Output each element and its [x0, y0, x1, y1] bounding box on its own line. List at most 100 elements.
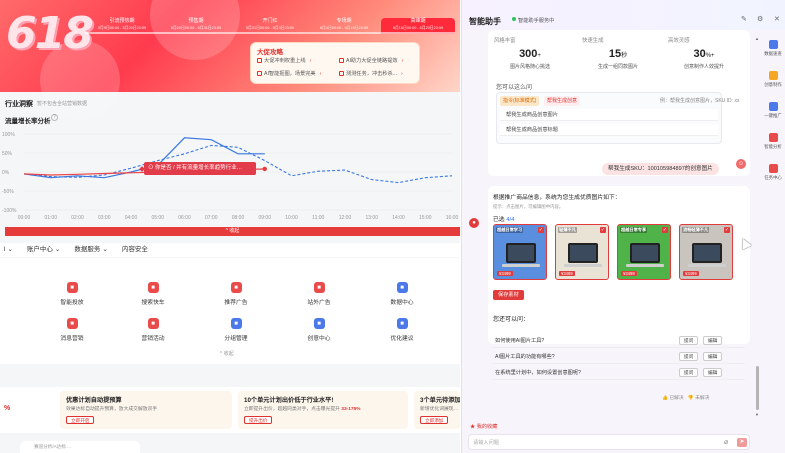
scroll-up-arrow-icon[interactable]: ▲: [755, 36, 759, 41]
stat-suffix: %+: [705, 53, 715, 59]
x-tick-label: 15:00: [419, 215, 432, 221]
checkmark-icon[interactable]: ✓: [662, 227, 668, 233]
thumbs-down-icon[interactable]: 👎: [688, 396, 694, 401]
generated-image[interactable]: 轻薄不凡 ¥3499 ✓: [555, 224, 609, 280]
stage-tab[interactable]: 引流预热期 5月9日00:00 - 5月20日23:59: [85, 18, 159, 34]
thumbs-up-icon[interactable]: 👍: [662, 396, 668, 401]
stat-desc: 图片风格随心挑选: [509, 64, 550, 70]
promo-button[interactable]: 提升出价: [244, 416, 273, 424]
bottom-notice[interactable]: 赛道分析/A达标 ...: [20, 441, 140, 453]
tools-collapse-button[interactable]: ^ 收起: [220, 350, 234, 357]
ask-button[interactable]: 提问: [679, 352, 699, 361]
chart-collapse-button[interactable]: ^ 收起: [5, 227, 460, 236]
tool-label: 消息营销: [60, 336, 84, 342]
tool-folder[interactable]: ■ 分组管理: [206, 318, 266, 342]
chevron-right-icon: ›: [319, 70, 322, 77]
side-tool[interactable]: 智能分析: [760, 133, 785, 150]
tool-shield[interactable]: ■ 优化建议: [372, 318, 432, 342]
promo-desc-text: 立即提升出价，超越同类对手，点击曝光提升: [244, 407, 340, 412]
tool-chart[interactable]: ■ 数据中心: [372, 282, 432, 306]
tool-label: 优化建议: [390, 336, 414, 342]
checkmark-icon[interactable]: ✓: [724, 227, 730, 233]
scrollbar-thumb[interactable]: [756, 366, 759, 410]
strategy-link[interactable]: AI智能抠图，场景完美 ›: [257, 70, 321, 77]
tool-thumbs-up[interactable]: ■ 推荐广告: [206, 282, 266, 306]
edit-button[interactable]: 编辑: [703, 368, 723, 377]
side-tool[interactable]: 一键推广: [760, 102, 785, 119]
generated-image[interactable]: 超越日常学习 ¥3499 ✓: [493, 224, 547, 280]
stat-value: 300+: [490, 48, 570, 60]
tool-label: 智能投放: [60, 300, 84, 306]
side-tool-label: 一键推广: [764, 113, 782, 118]
chat-scroll-area: 风格丰富 300+ 图片风格随心挑选 快速生成 15秒 生成一组同款图片 高效灵…: [462, 30, 754, 423]
tool-car[interactable]: ■ 搜索快车: [123, 282, 183, 306]
x-tick-label: 13:00: [365, 215, 378, 221]
chevron-down-icon: ⌄: [54, 246, 61, 253]
y-tick-label: 50%: [2, 151, 13, 157]
mode-chip[interactable]: 指令(标准模式): [500, 96, 540, 106]
stage-tab[interactable]: 开门红 5月31日00:00 - 6月3日23:59: [233, 18, 307, 34]
edit-button[interactable]: 编辑: [703, 336, 723, 345]
promo-button[interactable]: 立即添加: [420, 416, 449, 424]
side-tool[interactable]: 创意制作: [760, 71, 785, 88]
settings-icon[interactable]: ⚙: [757, 15, 763, 23]
side-tool[interactable]: 任务中心: [760, 164, 785, 181]
send-button[interactable]: ➤: [737, 438, 747, 447]
assistant-panel: 智能助手 智能助手服务中 ✎ ⚙ ✕ 风格丰富 300+ 图片风格随心挑选 快速…: [461, 0, 785, 453]
stage-label: 高峰期: [410, 18, 426, 24]
x-tick-label: 02:00: [71, 215, 84, 221]
x-tick-label: 12:00: [339, 215, 352, 221]
promo-row: 优惠计划自动提预算 效果达标自动提升预算，放大成交解放双手 立即开启 10个单元…: [0, 387, 460, 433]
save-materials-button[interactable]: 保存素材: [493, 290, 524, 300]
section-subtitle: 暂不包含全站营销数据: [37, 101, 88, 107]
nav-leading[interactable]: l ⌄: [4, 243, 13, 257]
stat-number: 300: [519, 48, 538, 60]
resolved-button[interactable]: 已解决: [669, 396, 683, 401]
chart-tooltip-banner[interactable]: ⊙ 你是否 / 并有流量增长率趋势行业…: [144, 162, 256, 175]
suggested-question[interactable]: 帮我生成商品创意标题: [500, 124, 718, 136]
stage-date: 5月31日00:00 - 6月3日23:59: [245, 26, 295, 30]
stage-label: 专场期: [336, 18, 352, 24]
ask-button[interactable]: 提问: [679, 368, 699, 377]
y-tick-label: 100%: [2, 132, 15, 138]
tool-mail[interactable]: ■ 消息营销: [42, 318, 102, 342]
edit-icon[interactable]: ✎: [741, 15, 747, 23]
close-icon[interactable]: ✕: [774, 15, 780, 23]
help-icon[interactable]: ?: [51, 114, 58, 121]
x-tick-label: 03:00: [98, 215, 111, 221]
stage-tab[interactable]: 专场期 6月4日00:00 - 6月15日23:59: [307, 18, 381, 34]
panel-header: 智能助手 智能助手服务中 ✎ ⚙ ✕: [462, 0, 785, 30]
tool-chat[interactable]: ■ 智能投放: [42, 282, 102, 306]
nav-item-security[interactable]: 内容安全: [122, 243, 148, 257]
image-price: ¥3499: [683, 271, 699, 276]
generated-image[interactable]: 流畅轻薄不凡 ¥3499 ✓: [679, 224, 733, 280]
strategy-link[interactable]: 大促冲刺权重上线 ›: [257, 57, 311, 64]
nav-item-data[interactable]: 数据服务 ⌄: [74, 243, 107, 257]
stage-tab[interactable]: 预售期 5月20日00:00 - 5月31日23:59: [159, 18, 233, 34]
scroll-down-arrow-icon[interactable]: ▼: [755, 412, 759, 417]
strategy-link[interactable]: 测测任务，冲击秒杀... ›: [339, 70, 403, 77]
favorites-link[interactable]: ★ 我的收藏: [470, 423, 497, 430]
stage-tab-active[interactable]: 高峰期 6月16日00:00 - 6月20日23:59: [381, 18, 455, 34]
tool-label: 分组管理: [224, 336, 248, 342]
tool-palette[interactable]: ■ 创意中心: [289, 318, 349, 342]
promo-button[interactable]: 立即开启: [66, 416, 95, 424]
generated-image[interactable]: 超越日常专享 ¥3499 ✓: [617, 224, 671, 280]
prompt-chip[interactable]: 帮我生成创意: [544, 96, 581, 106]
paperclip-icon[interactable]: ⌀: [724, 438, 728, 446]
suggested-question[interactable]: 帮我生成商品创意图片: [500, 109, 718, 121]
strategy-link[interactable]: AI助力大促全链路提效 ›: [339, 57, 403, 64]
checkmark-icon[interactable]: ✓: [600, 227, 606, 233]
chat-input[interactable]: [473, 438, 713, 447]
edit-button[interactable]: 编辑: [703, 352, 723, 361]
checkmark-icon[interactable]: ✓: [538, 227, 544, 233]
nav-item-account[interactable]: 账户中心 ⌄: [27, 243, 60, 257]
tool-share[interactable]: ■ 站外广告: [289, 282, 349, 306]
side-tool[interactable]: 数据速查: [760, 40, 785, 57]
unresolved-button[interactable]: 未解决: [695, 396, 709, 401]
reply-text: 根据推广商品信息，系统为您生成优质图片如下：: [493, 195, 621, 201]
strategy-link-label: 大促冲刺权重上线: [264, 58, 306, 64]
tool-flag[interactable]: ■ 营销活动: [123, 318, 183, 342]
image-price: ¥3499: [497, 271, 513, 276]
ask-button[interactable]: 提问: [679, 336, 699, 345]
